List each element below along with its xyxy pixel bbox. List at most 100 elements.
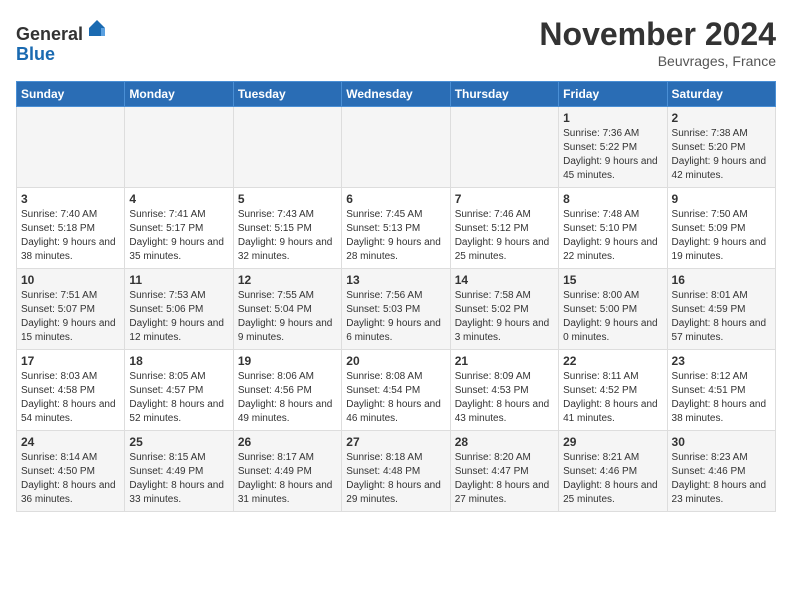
day-number: 12 <box>238 273 337 287</box>
day-number: 13 <box>346 273 445 287</box>
table-row: 23 Sunrise: 8:12 AM Sunset: 4:51 PM Dayli… <box>667 350 775 431</box>
table-row: 16 Sunrise: 8:01 AM Sunset: 4:59 PM Dayli… <box>667 269 775 350</box>
day-number: 2 <box>672 111 771 125</box>
header: General Blue November 2024 Beuvrages, Fr… <box>16 16 776 69</box>
day-number: 23 <box>672 354 771 368</box>
day-info: Sunrise: 8:18 AM Sunset: 4:48 PM Dayligh… <box>346 451 445 507</box>
table-row: 14 Sunrise: 7:58 AM Sunset: 5:02 PM Dayli… <box>450 269 558 350</box>
table-row: 6Sunrise: 7:45 AM Sunset: 5:13 PM Daylig… <box>342 188 450 269</box>
day-number: 19 <box>238 354 337 368</box>
table-row <box>233 107 341 188</box>
calendar-table: Sunday Monday Tuesday Wednesday Thursday… <box>16 81 776 512</box>
table-row <box>125 107 233 188</box>
table-row: 8Sunrise: 7:48 AM Sunset: 5:10 PM Daylig… <box>559 188 667 269</box>
day-info: Sunrise: 8:17 AM Sunset: 4:49 PM Dayligh… <box>238 451 337 507</box>
week-row-4: 24Sunrise: 8:14 AM Sunset: 4:50 PM Dayli… <box>17 431 776 512</box>
day-number: 30 <box>672 435 771 449</box>
day-number: 16 <box>672 273 771 287</box>
table-row: 30Sunrise: 8:23 AM Sunset: 4:46 PM Dayli… <box>667 431 775 512</box>
week-row-1: 3Sunrise: 7:40 AM Sunset: 5:18 PM Daylig… <box>17 188 776 269</box>
day-info: Sunrise: 7:56 AM Sunset: 5:03 PM Dayligh… <box>346 289 445 345</box>
page-container: General Blue November 2024 Beuvrages, Fr… <box>0 0 792 520</box>
table-row: 29Sunrise: 8:21 AM Sunset: 4:46 PM Dayli… <box>559 431 667 512</box>
day-number: 18 <box>129 354 228 368</box>
day-info: Sunrise: 7:53 AM Sunset: 5:06 PM Dayligh… <box>129 289 228 345</box>
day-number: 28 <box>455 435 554 449</box>
day-info: Sunrise: 7:38 AM Sunset: 5:20 PM Dayligh… <box>672 127 771 183</box>
col-tuesday: Tuesday <box>233 82 341 107</box>
col-sunday: Sunday <box>17 82 125 107</box>
day-number: 17 <box>21 354 120 368</box>
day-number: 20 <box>346 354 445 368</box>
table-row: 24Sunrise: 8:14 AM Sunset: 4:50 PM Dayli… <box>17 431 125 512</box>
day-info: Sunrise: 8:12 AM Sunset: 4:51 PM Dayligh… <box>672 370 771 426</box>
table-row: 7 Sunrise: 7:46 AM Sunset: 5:12 PM Daylig… <box>450 188 558 269</box>
table-row: 10Sunrise: 7:51 AM Sunset: 5:07 PM Dayli… <box>17 269 125 350</box>
table-row: 22Sunrise: 8:11 AM Sunset: 4:52 PM Dayli… <box>559 350 667 431</box>
title-section: November 2024 Beuvrages, France <box>539 16 776 69</box>
day-number: 26 <box>238 435 337 449</box>
day-number: 3 <box>21 192 120 206</box>
day-number: 21 <box>455 354 554 368</box>
month-title: November 2024 <box>539 16 776 53</box>
table-row: 20 Sunrise: 8:08 AM Sunset: 4:54 PM Dayli… <box>342 350 450 431</box>
day-info: Sunrise: 8:06 AM Sunset: 4:56 PM Dayligh… <box>238 370 337 426</box>
table-row: 17 Sunrise: 8:03 AM Sunset: 4:58 PM Dayli… <box>17 350 125 431</box>
col-thursday: Thursday <box>450 82 558 107</box>
day-info: Sunrise: 8:00 AM Sunset: 5:00 PM Dayligh… <box>563 289 662 345</box>
day-number: 27 <box>346 435 445 449</box>
day-info: Sunrise: 8:01 AM Sunset: 4:59 PM Dayligh… <box>672 289 771 345</box>
day-number: 8 <box>563 192 662 206</box>
day-info: Sunrise: 7:36 AM Sunset: 5:22 PM Dayligh… <box>563 127 662 183</box>
day-info: Sunrise: 8:05 AM Sunset: 4:57 PM Dayligh… <box>129 370 228 426</box>
day-info: Sunrise: 7:46 AM Sunset: 5:12 PM Dayligh… <box>455 208 554 264</box>
col-friday: Friday <box>559 82 667 107</box>
table-row: 3Sunrise: 7:40 AM Sunset: 5:18 PM Daylig… <box>17 188 125 269</box>
day-number: 4 <box>129 192 228 206</box>
col-saturday: Saturday <box>667 82 775 107</box>
table-row: 26 Sunrise: 8:17 AM Sunset: 4:49 PM Dayli… <box>233 431 341 512</box>
week-row-0: 1 Sunrise: 7:36 AM Sunset: 5:22 PM Daylig… <box>17 107 776 188</box>
table-row: 19 Sunrise: 8:06 AM Sunset: 4:56 PM Dayli… <box>233 350 341 431</box>
logo-general: General <box>16 24 83 44</box>
day-info: Sunrise: 8:21 AM Sunset: 4:46 PM Dayligh… <box>563 451 662 507</box>
day-number: 22 <box>563 354 662 368</box>
week-row-2: 10Sunrise: 7:51 AM Sunset: 5:07 PM Dayli… <box>17 269 776 350</box>
table-row: 27 Sunrise: 8:18 AM Sunset: 4:48 PM Dayli… <box>342 431 450 512</box>
day-info: Sunrise: 7:41 AM Sunset: 5:17 PM Dayligh… <box>129 208 228 264</box>
day-info: Sunrise: 8:14 AM Sunset: 4:50 PM Dayligh… <box>21 451 120 507</box>
day-number: 7 <box>455 192 554 206</box>
day-info: Sunrise: 7:43 AM Sunset: 5:15 PM Dayligh… <box>238 208 337 264</box>
day-number: 14 <box>455 273 554 287</box>
day-info: Sunrise: 7:55 AM Sunset: 5:04 PM Dayligh… <box>238 289 337 345</box>
table-row <box>17 107 125 188</box>
table-row: 12 Sunrise: 7:55 AM Sunset: 5:04 PM Dayli… <box>233 269 341 350</box>
table-row: 1 Sunrise: 7:36 AM Sunset: 5:22 PM Daylig… <box>559 107 667 188</box>
day-info: Sunrise: 7:45 AM Sunset: 5:13 PM Dayligh… <box>346 208 445 264</box>
day-info: Sunrise: 8:15 AM Sunset: 4:49 PM Dayligh… <box>129 451 228 507</box>
table-row <box>450 107 558 188</box>
day-info: Sunrise: 8:09 AM Sunset: 4:53 PM Dayligh… <box>455 370 554 426</box>
day-number: 9 <box>672 192 771 206</box>
day-info: Sunrise: 8:08 AM Sunset: 4:54 PM Dayligh… <box>346 370 445 426</box>
logo-icon <box>85 16 109 40</box>
day-number: 1 <box>563 111 662 125</box>
table-row: 25Sunrise: 8:15 AM Sunset: 4:49 PM Dayli… <box>125 431 233 512</box>
logo: General Blue <box>16 16 109 65</box>
table-row: 28 Sunrise: 8:20 AM Sunset: 4:47 PM Dayli… <box>450 431 558 512</box>
day-info: Sunrise: 8:20 AM Sunset: 4:47 PM Dayligh… <box>455 451 554 507</box>
col-monday: Monday <box>125 82 233 107</box>
day-number: 5 <box>238 192 337 206</box>
day-number: 10 <box>21 273 120 287</box>
day-info: Sunrise: 8:03 AM Sunset: 4:58 PM Dayligh… <box>21 370 120 426</box>
table-row: 11Sunrise: 7:53 AM Sunset: 5:06 PM Dayli… <box>125 269 233 350</box>
day-info: Sunrise: 7:58 AM Sunset: 5:02 PM Dayligh… <box>455 289 554 345</box>
day-number: 15 <box>563 273 662 287</box>
table-row: 13 Sunrise: 7:56 AM Sunset: 5:03 PM Dayli… <box>342 269 450 350</box>
table-row: 21 Sunrise: 8:09 AM Sunset: 4:53 PM Dayli… <box>450 350 558 431</box>
table-row: 9 Sunrise: 7:50 AM Sunset: 5:09 PM Daylig… <box>667 188 775 269</box>
table-row: 18 Sunrise: 8:05 AM Sunset: 4:57 PM Dayli… <box>125 350 233 431</box>
table-row: 2 Sunrise: 7:38 AM Sunset: 5:20 PM Daylig… <box>667 107 775 188</box>
location: Beuvrages, France <box>539 53 776 69</box>
day-info: Sunrise: 7:50 AM Sunset: 5:09 PM Dayligh… <box>672 208 771 264</box>
